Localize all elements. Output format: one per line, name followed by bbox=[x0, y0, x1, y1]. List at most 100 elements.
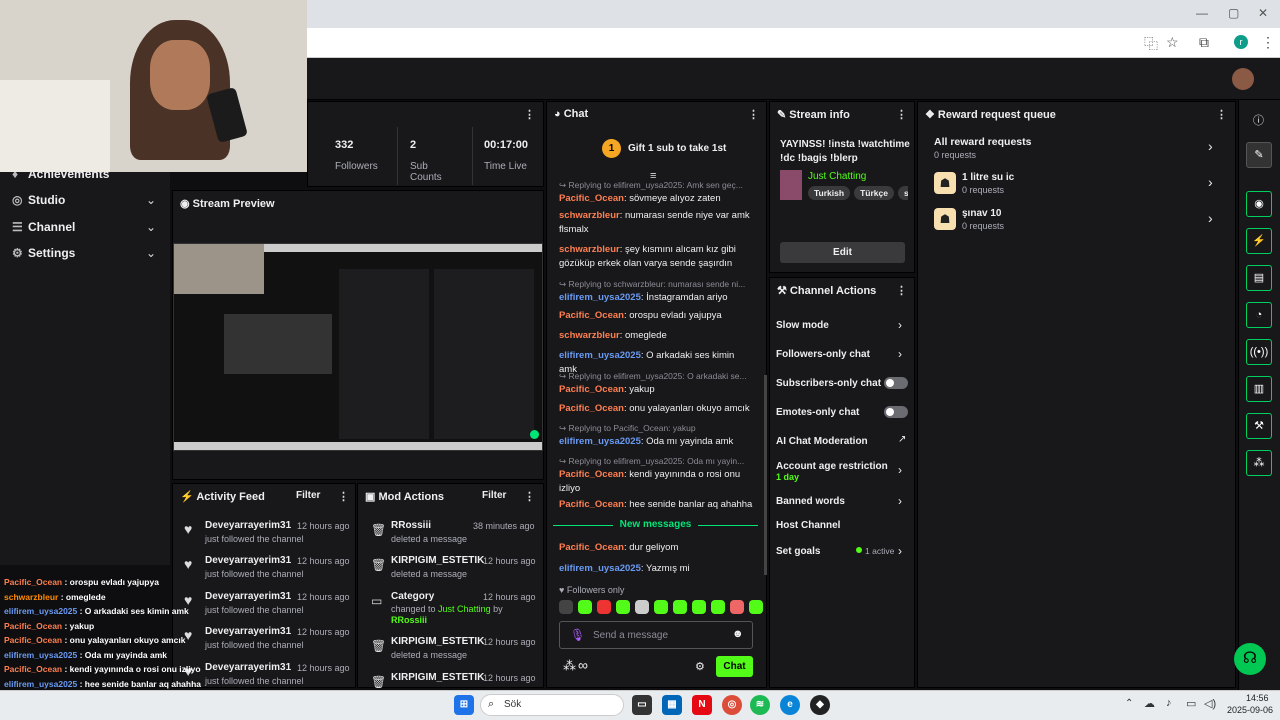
windows-start-icon[interactable]: ⊞ bbox=[454, 695, 474, 715]
emote-icon[interactable] bbox=[749, 600, 763, 614]
mod-action-name[interactable]: RRossiii bbox=[391, 520, 431, 531]
subscribers-only-toggle[interactable] bbox=[884, 377, 908, 389]
stats-menu-icon[interactable]: ⋮ bbox=[524, 108, 535, 121]
wrench-toolbar-icon[interactable]: ⚒ bbox=[1246, 413, 1272, 439]
follower-name[interactable]: Deveyarrayerim31 bbox=[205, 520, 291, 531]
channel-actions-menu-icon[interactable]: ⋮ bbox=[896, 284, 907, 297]
chevron-right-icon[interactable]: › bbox=[1208, 138, 1213, 154]
user-avatar[interactable] bbox=[1232, 68, 1254, 90]
chat-send-button[interactable]: Chat bbox=[716, 656, 753, 677]
set-goals-item[interactable]: Set goals bbox=[776, 546, 820, 557]
chat-username[interactable]: Pacific_Ocean bbox=[559, 469, 624, 480]
chat-username[interactable]: Pacific_Ocean bbox=[559, 384, 624, 395]
clock-date[interactable]: 2025-09-06 bbox=[1227, 705, 1273, 715]
points-icon[interactable]: ⁂ bbox=[563, 658, 576, 674]
taskview-icon[interactable]: ▭ bbox=[632, 695, 652, 715]
chevron-right-icon[interactable]: › bbox=[1208, 210, 1213, 226]
emote-icon[interactable] bbox=[578, 600, 592, 614]
emote-icon[interactable] bbox=[673, 600, 687, 614]
chat-menu-icon[interactable]: ⋮ bbox=[748, 108, 759, 121]
stream-preview-video[interactable] bbox=[173, 243, 543, 451]
chat-username[interactable]: schwarzbleur bbox=[559, 210, 620, 221]
reply-context[interactable]: ↪ Replying to Pacific_Ocean: yakup bbox=[559, 421, 754, 435]
nav-settings[interactable]: ⚙ Settings bbox=[12, 246, 75, 260]
chat-scrollbar[interactable] bbox=[764, 375, 767, 575]
chevron-right-icon[interactable]: › bbox=[898, 318, 902, 332]
puzzle-icon[interactable]: ⧉ bbox=[1199, 34, 1209, 51]
chevron-right-icon[interactable]: › bbox=[898, 494, 902, 508]
emote-icon[interactable] bbox=[730, 600, 744, 614]
emote-icon[interactable] bbox=[616, 600, 630, 614]
store-icon[interactable]: ▦ bbox=[662, 695, 682, 715]
chat-username[interactable]: Pacific_Ocean bbox=[559, 542, 624, 553]
moderator-link[interactable]: RRossiii bbox=[391, 615, 427, 625]
chevron-down-icon[interactable]: ⌄ bbox=[146, 246, 156, 260]
follower-name[interactable]: Deveyarrayerim31 bbox=[205, 662, 291, 673]
browser-menu-icon[interactable]: ⋮ bbox=[1261, 34, 1275, 51]
chat-toolbar-icon[interactable]: ◔ bbox=[1246, 302, 1272, 328]
maximize-icon[interactable]: ▢ bbox=[1228, 6, 1239, 20]
chat-username[interactable]: elifirem_uysa2025 bbox=[559, 563, 641, 574]
help-icon[interactable]: ☊ bbox=[1234, 643, 1266, 675]
close-icon[interactable]: ✕ bbox=[1258, 6, 1268, 20]
followers-only-item[interactable]: Followers-only chat bbox=[776, 349, 870, 360]
follower-name[interactable]: Deveyarrayerim31 bbox=[205, 591, 291, 602]
chat-username[interactable]: schwarzbleur bbox=[559, 330, 620, 341]
cloud-icon[interactable]: ☁ bbox=[1144, 697, 1155, 710]
emote-icon[interactable] bbox=[597, 600, 611, 614]
reply-context[interactable]: ↪ Replying to elifirem_uysa2025: Oda mı … bbox=[559, 454, 754, 468]
chat-username[interactable]: Pacific_Ocean bbox=[559, 499, 624, 510]
host-channel-item[interactable]: Host Channel bbox=[776, 520, 840, 531]
emote-icon[interactable] bbox=[559, 600, 573, 614]
tag-pill[interactable]: Türkçe bbox=[854, 186, 894, 200]
chevron-right-icon[interactable]: › bbox=[898, 463, 902, 477]
spotify-icon[interactable]: ≋ bbox=[750, 695, 770, 715]
mod-filter-button[interactable]: Filter bbox=[482, 490, 506, 501]
chrome-icon[interactable]: ◎ bbox=[722, 695, 742, 715]
chat-username[interactable]: elifirem_uysa2025 bbox=[559, 436, 641, 447]
emote-icon[interactable] bbox=[711, 600, 725, 614]
chevron-right-icon[interactable]: › bbox=[898, 347, 902, 361]
infinity-icon[interactable]: ∞ bbox=[578, 657, 588, 673]
external-link-icon[interactable]: ↗ bbox=[898, 434, 906, 445]
follower-name[interactable]: Deveyarrayerim31 bbox=[205, 626, 291, 637]
bolt-toolbar-icon[interactable]: ⚡ bbox=[1246, 228, 1272, 254]
gift-sub-prompt[interactable]: Gift 1 sub to take 1st bbox=[628, 143, 726, 154]
chat-username[interactable]: Pacific_Ocean bbox=[559, 193, 624, 204]
info-icon[interactable]: ⓘ bbox=[1253, 112, 1264, 128]
chat-username[interactable]: Pacific_Ocean bbox=[559, 403, 624, 414]
emote-icon[interactable] bbox=[635, 600, 649, 614]
mod-action-name[interactable]: KIRPIGIM_ESTETIK bbox=[391, 636, 484, 647]
list-toolbar-icon[interactable]: ▤ bbox=[1246, 265, 1272, 291]
chat-username[interactable]: elifirem_uysa2025 bbox=[559, 292, 641, 303]
edge-icon[interactable]: e bbox=[780, 695, 800, 715]
activity-menu-icon[interactable]: ⋮ bbox=[338, 490, 349, 503]
emote-icon[interactable] bbox=[692, 600, 706, 614]
minimize-icon[interactable]: — bbox=[1196, 6, 1208, 20]
follower-name[interactable]: Deveyarrayerim31 bbox=[205, 555, 291, 566]
clock-time[interactable]: 14:56 bbox=[1246, 693, 1269, 703]
emotes-only-toggle[interactable] bbox=[884, 406, 908, 418]
app-icon[interactable]: ◆ bbox=[810, 695, 830, 715]
volume-icon[interactable]: ◁) bbox=[1204, 697, 1216, 710]
mic-icon[interactable]: 🎙 bbox=[570, 628, 585, 642]
category-link[interactable]: Just Chatting bbox=[438, 604, 491, 614]
chevron-down-icon[interactable]: ⌄ bbox=[146, 220, 156, 234]
netflix-icon[interactable]: N bbox=[692, 695, 712, 715]
reward-menu-icon[interactable]: ⋮ bbox=[1216, 108, 1227, 121]
activity-filter-button[interactable]: Filter bbox=[296, 490, 320, 501]
chevron-right-icon[interactable]: › bbox=[1208, 174, 1213, 190]
microphone-icon[interactable]: ♪ bbox=[1166, 697, 1172, 709]
edit-toolbar-icon[interactable]: ✎ bbox=[1246, 142, 1272, 168]
slow-mode-item[interactable]: Slow mode bbox=[776, 320, 829, 331]
reward-name[interactable]: 1 litre su ic bbox=[962, 172, 1014, 183]
broadcast-toolbar-icon[interactable]: ((•)) bbox=[1246, 339, 1272, 365]
mod-action-name[interactable]: Category bbox=[391, 591, 434, 602]
all-rewards-link[interactable]: All reward requests bbox=[934, 136, 1031, 148]
star-icon[interactable]: ☆ bbox=[1166, 34, 1179, 51]
banned-words-item[interactable]: Banned words bbox=[776, 496, 845, 507]
camera-toolbar-icon[interactable]: ◉ bbox=[1246, 191, 1272, 217]
reply-context[interactable]: ↪ Replying to elifirem_uysa2025: Amk sen… bbox=[559, 178, 754, 192]
stream-info-menu-icon[interactable]: ⋮ bbox=[896, 108, 907, 121]
ai-moderation-item[interactable]: AI Chat Moderation bbox=[776, 436, 868, 447]
